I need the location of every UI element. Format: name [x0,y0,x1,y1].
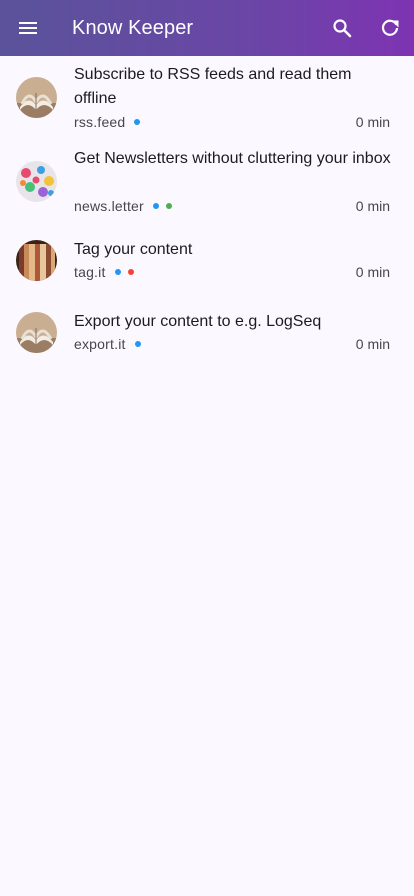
item-source: export.it [74,336,126,352]
list-item[interactable]: Get Newsletters without cluttering your … [0,140,414,224]
item-source: news.letter [74,198,144,214]
item-meta: rss.feed [74,112,141,132]
item-read-time: 0 min [355,198,390,214]
list-item[interactable]: Subscribe to RSS feeds and read them off… [0,56,414,140]
item-meta: news.letter [74,196,172,216]
list-item[interactable]: Tag your content tag.it 0 min [0,232,414,300]
refresh-icon [381,19,399,36]
open-book-thumbnail [16,312,57,353]
tag-dot-blue [134,119,141,125]
item-read-time: 0 min [355,264,390,280]
tag-dot-blue [134,341,141,347]
search-button[interactable] [330,16,354,40]
app-title: Know Keeper [72,17,194,39]
article-list: Subscribe to RSS feeds and read them off… [0,56,414,224]
tag-dot-green [165,203,172,209]
item-title: Export your content to e.g. LogSeq [74,313,322,330]
menu-icon [19,22,37,34]
item-source: rss.feed [74,114,126,130]
tag-dot-blue [114,269,121,275]
item-title: Subscribe to RSS feeds and read them off… [74,66,352,107]
list-item[interactable]: Export your content to e.g. LogSeq expor… [0,304,414,372]
item-title: Get Newsletters without cluttering your … [74,150,391,167]
books-on-shelf-thumbnail [16,240,57,281]
search-icon [333,19,352,38]
item-read-time: 0 min [355,336,390,352]
item-meta: tag.it [74,262,134,282]
menu-button[interactable] [16,16,40,40]
tag-dot-red [127,269,134,275]
item-source: tag.it [74,264,106,280]
item-meta: export.it [74,334,141,354]
open-book-thumbnail [16,77,57,118]
refresh-button[interactable] [378,16,402,40]
tag-dot-blue [152,203,159,209]
colorful-letters-thumbnail [16,161,57,202]
item-read-time: 0 min [355,114,390,130]
item-title: Tag your content [74,241,193,258]
app-bar: Know Keeper [0,0,414,56]
